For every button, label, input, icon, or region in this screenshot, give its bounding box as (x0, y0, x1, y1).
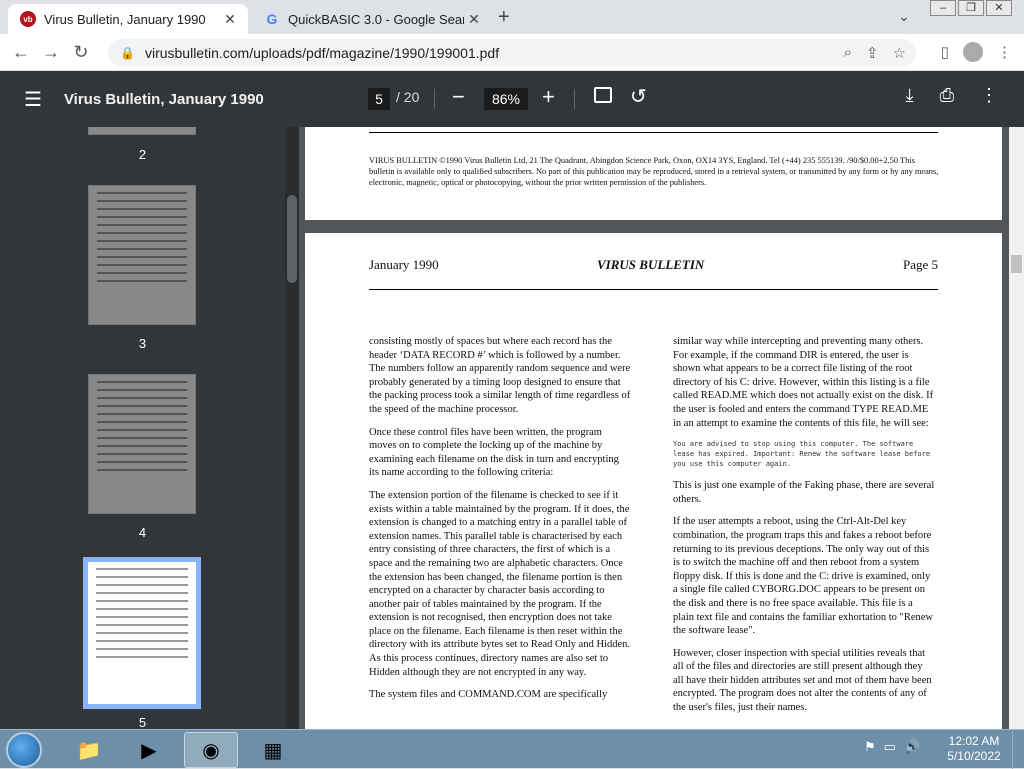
chrome-icon[interactable]: ◉ (184, 732, 238, 768)
share-icon[interactable]: ⇪ (866, 44, 879, 62)
sidebar-scrollbar-thumb[interactable] (287, 195, 297, 283)
fit-to-page-icon[interactable] (594, 87, 612, 103)
page-thumbnail-4[interactable] (88, 374, 196, 514)
url-text: virusbulletin.com/uploads/pdf/magazine/1… (144, 44, 500, 61)
clock[interactable]: 12:02 AM 5/10/2022 (944, 734, 1004, 764)
viewer-scrollbar[interactable] (1009, 127, 1024, 729)
page-thumbnail-2[interactable] (88, 127, 196, 135)
close-tab-icon[interactable]: ✕ (220, 11, 240, 28)
page-total: / 20 (396, 89, 420, 105)
task-manager-icon[interactable]: ▦ (246, 732, 300, 768)
forward-icon[interactable]: → (36, 42, 66, 63)
zoom-icon[interactable]: ⌕ (844, 44, 852, 62)
network-icon[interactable]: ▭ (884, 739, 896, 755)
viewer-scrollbar-thumb[interactable] (1011, 255, 1022, 273)
start-button[interactable] (6, 732, 42, 768)
print-icon[interactable]: ⎙ (940, 85, 954, 106)
screen-message: You are advised to stop using this compu… (673, 440, 931, 469)
media-player-icon[interactable]: ▶ (122, 732, 176, 768)
paragraph: consisting mostly of spaces but where ea… (369, 336, 631, 415)
address-bar[interactable]: 🔒 virusbulletin.com/uploads/pdf/magazine… (108, 39, 916, 66)
download-icon[interactable]: ⤓ (906, 85, 914, 106)
thumbnail-label: 4 (138, 525, 147, 540)
pdf-page-5: January 1990 VIRUS BULLETIN Page 5 consi… (305, 233, 1002, 729)
google-favicon-icon: G (266, 11, 278, 27)
tab-virus-bulletin[interactable]: vb Virus Bulletin, January 1990 ✕ (8, 4, 248, 34)
pdf-title: Virus Bulletin, January 1990 (63, 90, 264, 108)
close-window-icon[interactable]: ✕ (986, 0, 1012, 16)
thumbnail-label: 5 (138, 715, 147, 729)
paragraph: If the user attempts a reboot, using the… (673, 516, 933, 637)
tab-title: Virus Bulletin, January 1990 (44, 11, 206, 27)
paragraph: However, closer inspection with special … (673, 647, 932, 714)
tab-strip: vb Virus Bulletin, January 1990 ✕ G Quic… (0, 0, 1024, 34)
page-thumbnail-3[interactable] (88, 185, 196, 325)
paragraph: The extension portion of the filename is… (369, 489, 630, 678)
tab-title: QuickBASIC 3.0 - Google Search (288, 11, 464, 27)
window-controls: – ❐ ✕ (928, 0, 1012, 18)
more-options-icon[interactable]: ⋮ (980, 85, 998, 106)
lock-icon[interactable]: 🔒 (120, 46, 135, 60)
page-header-date: January 1990 (369, 257, 439, 272)
restore-icon[interactable]: ❐ (958, 0, 984, 16)
copyright-notice: VIRUS BULLETIN ©1990 Virus Bulletin Ltd,… (369, 156, 939, 187)
page-header-title: VIRUS BULLETIN (597, 257, 705, 272)
pdf-page-4: VIRUS BULLETIN ©1990 Virus Bulletin Ltd,… (305, 127, 1002, 220)
divider (574, 89, 575, 109)
volume-icon[interactable]: 🔊 (904, 739, 920, 755)
header-rule (369, 289, 938, 290)
text-column-left: consisting mostly of spaces but where ea… (369, 335, 631, 711)
paragraph: Once these control files have been writt… (369, 426, 619, 479)
file-explorer-icon[interactable]: 📁 (62, 732, 116, 768)
text-column-right: similar way while intercepting and preve… (673, 335, 935, 724)
thumbnail-label: 2 (138, 147, 147, 162)
side-panel-icon[interactable]: ▯ (941, 43, 949, 61)
paragraph: similar way while intercepting and preve… (673, 336, 934, 429)
reload-icon[interactable]: ↻ (66, 42, 96, 63)
new-tab-icon[interactable]: + (498, 6, 510, 29)
system-tray: ⚑ ▭ 🔊 (864, 739, 920, 755)
paragraph: This is just one example of the Faking p… (673, 480, 935, 505)
profile-avatar[interactable] (963, 42, 983, 62)
browser-toolbar: ← → ↻ 🔒 virusbulletin.com/uploads/pdf/ma… (0, 34, 1024, 71)
bookmark-star-icon[interactable]: ☆ (893, 44, 906, 62)
zoom-in-icon[interactable]: + (542, 84, 555, 110)
tab-search-chevron-icon[interactable]: ⌄ (898, 8, 910, 25)
pdf-toolbar: ☰ Virus Bulletin, January 1990 5 / 20 − … (0, 71, 1024, 127)
zoom-out-icon[interactable]: − (452, 84, 465, 110)
minimize-icon[interactable]: – (930, 0, 956, 16)
clock-time: 12:02 AM (948, 734, 1000, 748)
show-desktop-button[interactable] (1012, 730, 1024, 769)
rotate-icon[interactable]: ↺ (630, 84, 647, 109)
page-number-input[interactable]: 5 (368, 88, 390, 110)
pdf-viewer: VIRUS BULLETIN ©1990 Virus Bulletin Ltd,… (299, 127, 1009, 729)
paragraph: The system files and COMMAND.COM are spe… (369, 689, 608, 701)
zoom-level-input[interactable]: 86% (484, 88, 528, 110)
menu-hamburger-icon[interactable]: ☰ (24, 87, 42, 112)
close-tab-icon[interactable]: ✕ (464, 11, 484, 28)
page-header-number: Page 5 (903, 257, 939, 272)
back-icon[interactable]: ← (6, 42, 36, 63)
tab-google-search[interactable]: G QuickBASIC 3.0 - Google Search ✕ (252, 4, 492, 34)
vb-favicon-icon: vb (20, 11, 36, 27)
divider (434, 89, 435, 109)
thumbnail-label: 3 (138, 336, 147, 351)
clock-date: 5/10/2022 (947, 749, 1001, 763)
action-center-icon[interactable]: ⚑ (864, 739, 876, 755)
thumbnail-sidebar: 2 3 4 5 (0, 127, 285, 729)
menu-kebab-icon[interactable]: ⋮ (997, 43, 1012, 61)
page-thumbnail-5[interactable] (83, 557, 201, 709)
os-taskbar: 📁 ▶ ◉ ▦ ⚑ ▭ 🔊 12:02 AM 5/10/2022 (0, 729, 1024, 769)
divider (369, 132, 938, 133)
